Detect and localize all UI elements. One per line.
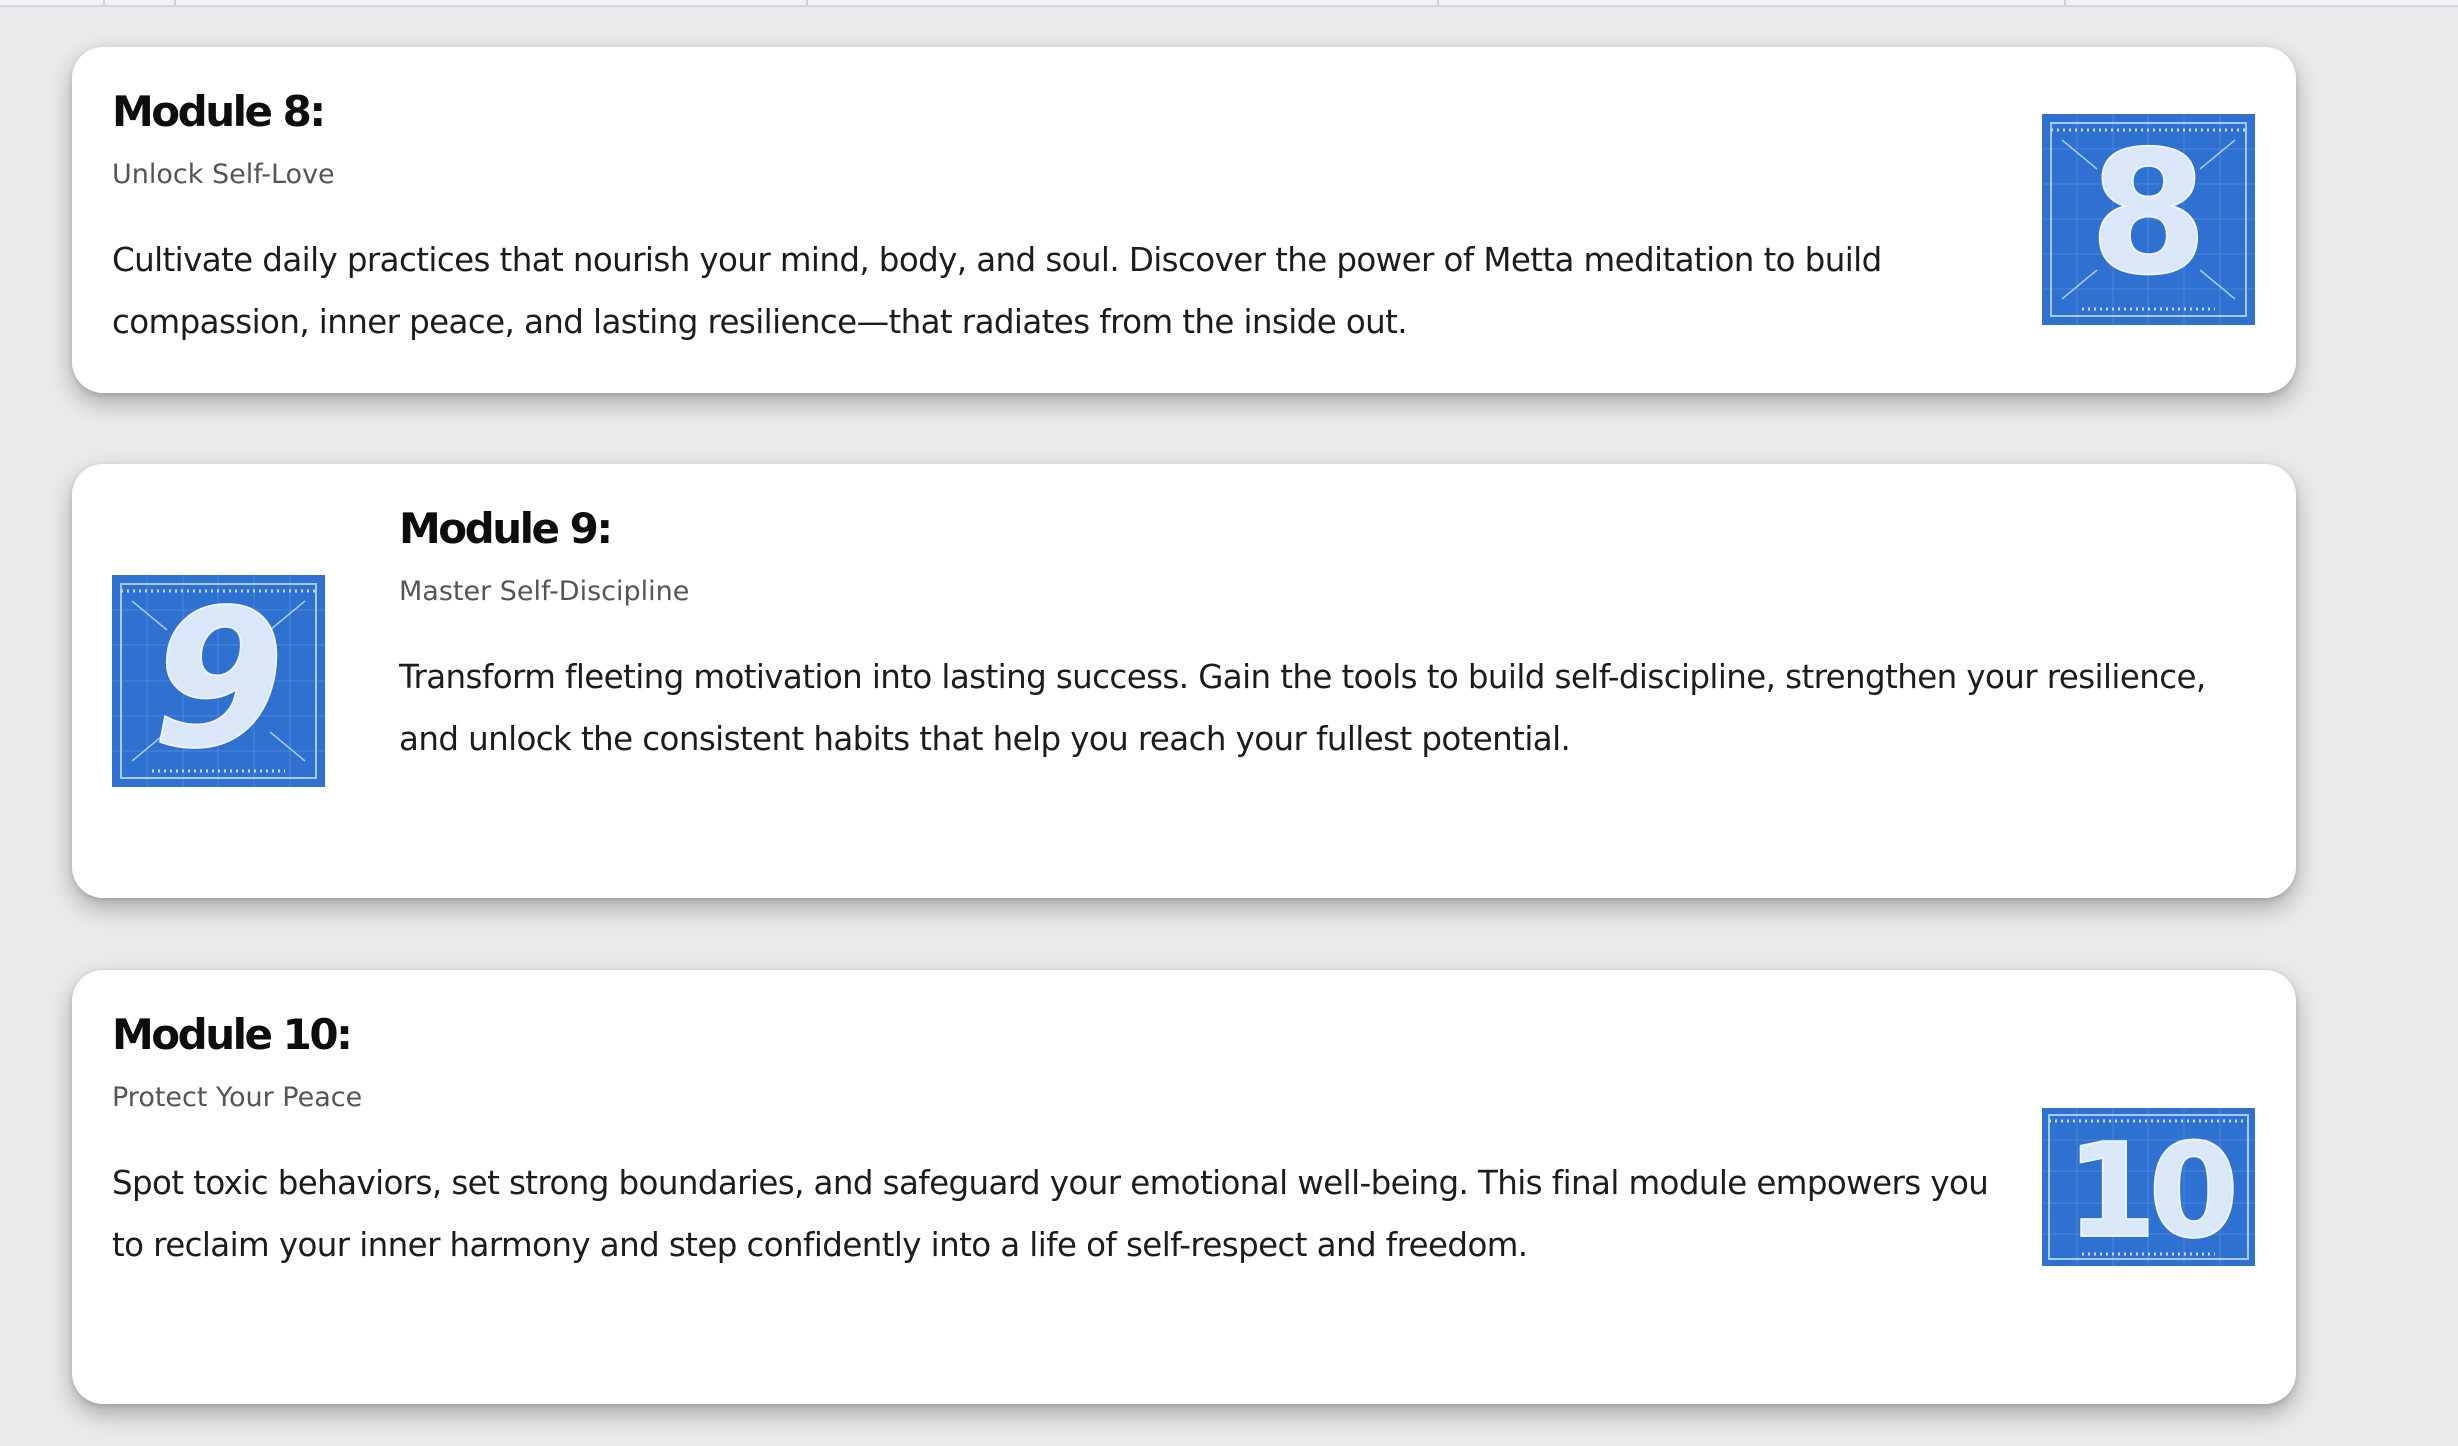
module-title: Module 8:	[112, 87, 326, 136]
module-subtitle: Unlock Self-Love	[112, 159, 335, 190]
top-scroll-edge	[0, 0, 2458, 7]
svg-text:9: 9	[152, 575, 284, 787]
blueprint-number-8-image: 8	[2042, 114, 2255, 325]
module-subtitle: Protect Your Peace	[112, 1082, 363, 1113]
svg-text:10: 10	[2066, 1115, 2233, 1266]
svg-text:8: 8	[2089, 115, 2207, 313]
module-card-9: 9 Module 9: Master Self-Discipline Trans…	[72, 464, 2296, 898]
module-title: Module 9:	[399, 504, 613, 553]
module-description: Transform fleeting motivation into lasti…	[399, 658, 2206, 758]
blueprint-number-10-image: 10	[2042, 1108, 2255, 1266]
module-description: Spot toxic behaviors, set strong boundar…	[112, 1164, 1989, 1264]
module-subtitle: Master Self-Discipline	[399, 576, 690, 607]
module-card-8: Module 8: Unlock Self-Love Cultivate dai…	[72, 47, 2296, 393]
module-title: Module 10:	[112, 1010, 353, 1059]
module-card-10: Module 10: Protect Your Peace Spot toxic…	[72, 970, 2296, 1404]
blueprint-number-9-image: 9	[112, 575, 325, 787]
module-description: Cultivate daily practices that nourish y…	[112, 241, 1882, 341]
